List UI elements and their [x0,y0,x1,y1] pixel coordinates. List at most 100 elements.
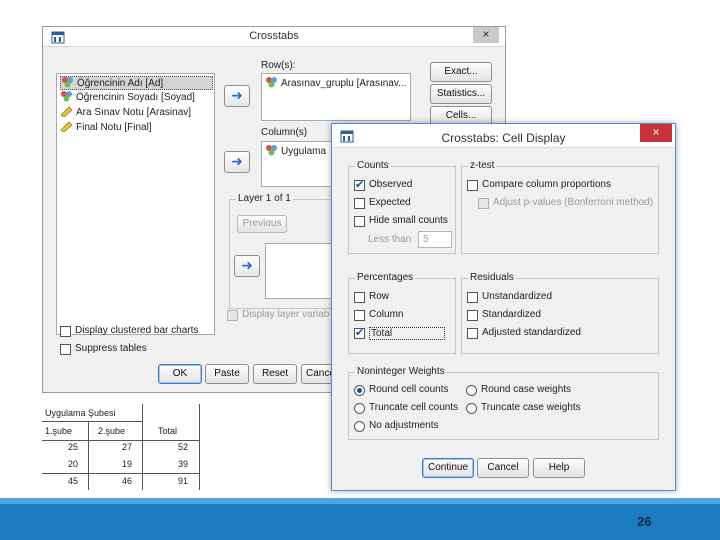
divider [142,404,143,490]
slide-number: 26 [637,514,652,529]
move-to-columns-button[interactable]: ➜ [224,151,250,173]
row-percent-label: Row [369,291,390,302]
adjust-pvalues-label: Adjust p-values (Bonferroni method) [493,197,654,208]
divider [88,421,89,490]
display-layer-label: Display layer variab [242,309,330,320]
nominal-variable-icon [61,91,72,102]
cell-display-close-button[interactable]: × [640,124,672,142]
adjusted-standardized-label: Adjusted standardized [482,327,581,338]
table-header-title: Uygulama Şubesi [45,408,116,418]
layer-label: Layer 1 of 1 [236,193,293,204]
percentages-group-label: Percentages [355,272,416,283]
crosstabs-close-button[interactable]: × [473,27,499,43]
column-percent-label: Column [369,309,404,320]
column-header: 2.şube [98,426,126,436]
list-item[interactable]: Uygulama [265,145,326,159]
expected-label: Expected [369,197,411,208]
nominal-variable-icon [266,145,277,156]
no-adjustments-label: No adjustments [369,420,439,431]
round-cell-label: Round cell counts [369,384,449,395]
table-cell: 19 [122,459,133,469]
table-cell: 25 [68,442,79,452]
crosstabs-title: Crosstabs [249,30,299,42]
truncate-cell-radio[interactable] [354,403,365,414]
table-cell: 27 [122,442,133,452]
column-header: Total [158,426,178,436]
list-item[interactable]: Arasınav_gruplu [Arasınav... [265,77,406,91]
hide-small-counts-checkbox[interactable] [354,216,365,227]
round-case-radio[interactable] [466,385,477,396]
divider [42,421,142,422]
result-table: Uygulama Şubesi 1.şube 2.şube Total 25 2… [42,404,200,490]
cell-display-title: Crosstabs: Cell Display [441,131,566,145]
truncate-case-label: Truncate case weights [481,402,581,413]
row-percent-checkbox[interactable] [354,292,365,303]
crosstabs-titlebar: Crosstabs × [43,27,505,47]
table-cell: 91 [178,476,189,486]
compare-column-label: Compare column proportions [482,179,611,190]
residuals-group-label: Residuals [468,272,516,283]
cancel-button[interactable]: Cancel [477,458,529,478]
nominal-variable-icon [62,77,73,88]
continue-button[interactable]: Continue [422,458,474,478]
adjusted-standardized-checkbox[interactable] [467,328,478,339]
truncate-cell-label: Truncate cell counts [369,402,459,413]
observed-label: Observed [369,179,413,190]
unstandardized-checkbox[interactable] [467,292,478,303]
adjust-pvalues-checkbox[interactable] [478,198,489,209]
standardized-label: Standardized [482,309,541,320]
standardized-checkbox[interactable] [467,310,478,321]
suppress-tables-label: Suppress tables [75,343,147,354]
table-cell: 52 [178,442,189,452]
less-than-input[interactable]: 5 [418,231,452,248]
total-percent-checkbox[interactable] [354,326,365,339]
expected-checkbox[interactable] [354,198,365,209]
no-adjustments-radio[interactable] [354,421,365,432]
slide-footer-bar [0,498,720,540]
counts-group-label: Counts [355,160,391,171]
scale-ruler-icon [60,106,73,118]
move-to-rows-button[interactable]: ➜ [224,85,250,107]
table-cell: 45 [68,476,79,486]
list-item[interactable]: Öğrencinin Soyadı [Soyad] [60,91,195,105]
truncate-case-radio[interactable] [466,403,477,414]
slide-footer-accent [0,498,720,504]
divider [42,440,200,441]
previous-button[interactable]: Previous [237,215,287,233]
list-item[interactable]: Final Notu [Final] [60,121,152,135]
display-layer-checkbox[interactable] [227,310,238,321]
table-cell: 46 [122,476,133,486]
statistics-button[interactable]: Statistics... [430,84,492,104]
less-than-label: Less than [368,234,412,245]
clustered-bar-label: Display clustered bar charts [75,325,199,336]
round-case-label: Round case weights [481,384,572,395]
variable-list[interactable]: Öğrencinin Adı [Ad] Öğrencinin Soyadı [S… [56,73,215,335]
compare-column-checkbox[interactable] [467,180,478,191]
columns-label: Column(s) [261,127,308,138]
reset-button[interactable]: Reset [253,364,297,384]
observed-checkbox[interactable] [354,178,365,191]
scale-ruler-icon [60,121,73,133]
less-than-value: 5 [423,234,429,245]
help-button[interactable]: Help [533,458,585,478]
hide-small-counts-label: Hide small counts [369,215,448,226]
clustered-bar-checkbox[interactable] [60,326,71,337]
rows-label: Row(s): [261,60,296,71]
table-cell: 39 [178,459,189,469]
paste-button[interactable]: Paste [205,364,249,384]
divider [42,473,200,474]
list-item[interactable]: Öğrencinin Adı [Ad] [60,76,213,90]
weights-group-label: Noninteger Weights [355,366,447,377]
ok-button[interactable]: OK [158,364,202,384]
rows-list[interactable]: Arasınav_gruplu [Arasınav... [261,73,411,121]
round-cell-radio[interactable] [354,385,365,396]
cell-display-dialog: Crosstabs: Cell Display × Counts Observe… [331,123,676,491]
list-item[interactable]: Ara Sınav Notu [Arasinav] [60,106,191,120]
suppress-tables-checkbox[interactable] [60,344,71,355]
column-percent-checkbox[interactable] [354,310,365,321]
total-percent-label: Total [369,327,445,340]
ztest-group-label: z-test [468,160,497,171]
table-cell: 20 [68,459,79,469]
column-header: 1.şube [45,426,73,436]
exact-button[interactable]: Exact... [430,62,492,82]
